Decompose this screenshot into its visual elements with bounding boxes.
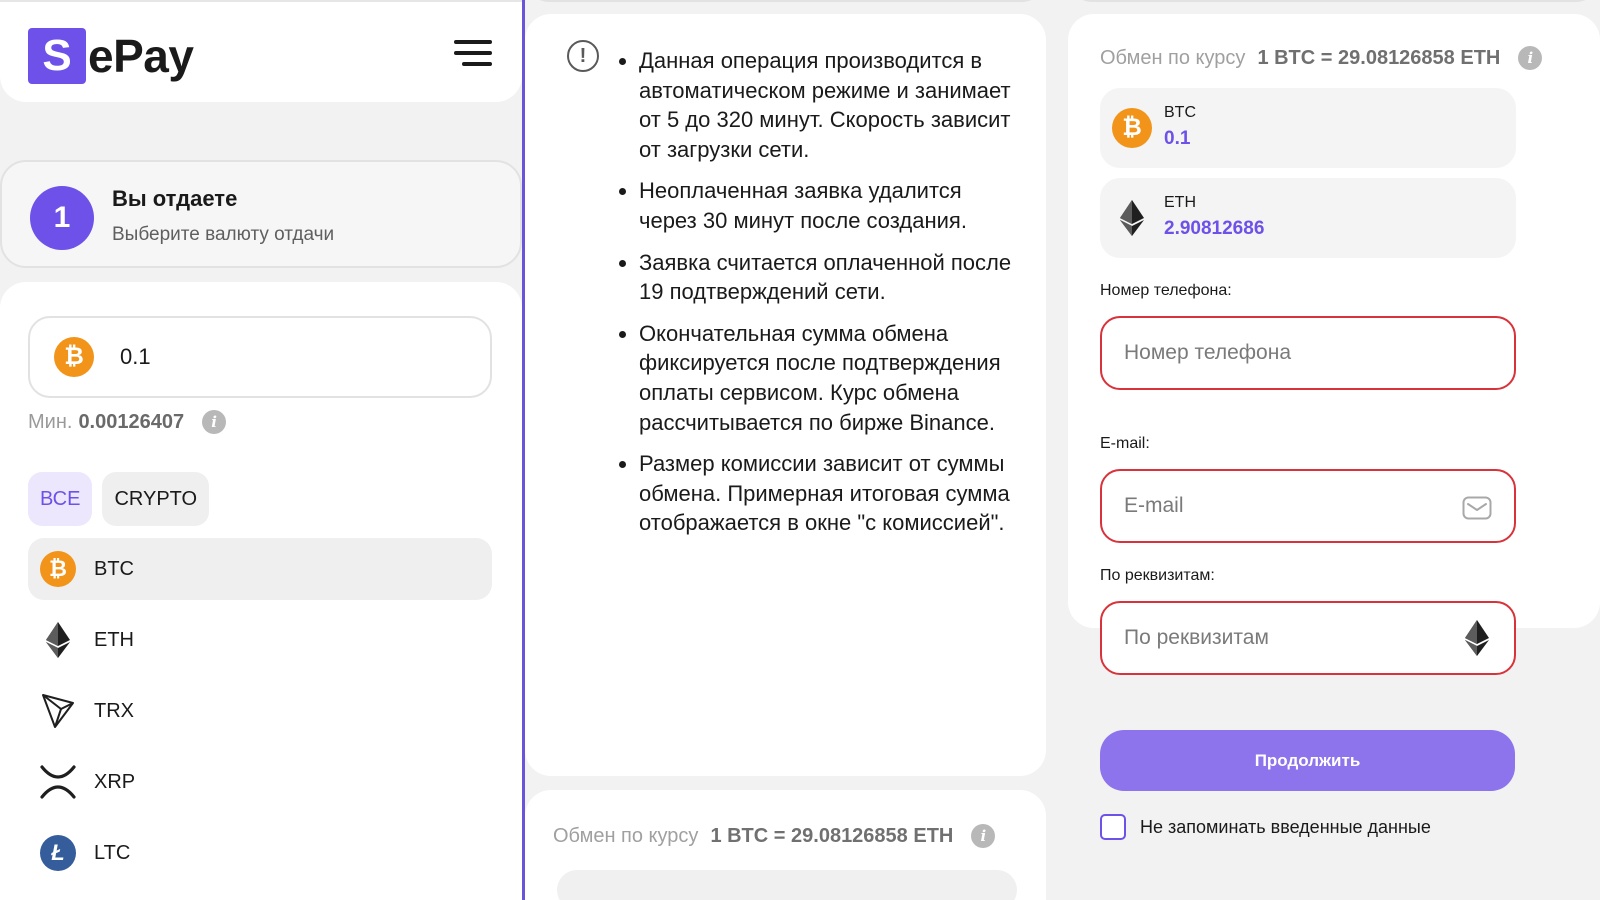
bitcoin-icon: ₿: [54, 337, 94, 377]
ethereum-icon: [40, 622, 76, 658]
pair-to-amount: 2.90812686: [1164, 218, 1265, 239]
logo-mark: S: [28, 28, 86, 84]
notes-card: ! Данная операция производится в автомат…: [525, 14, 1046, 776]
coin-item-eth[interactable]: ETH: [28, 609, 492, 671]
pair-to-code: ETH: [1164, 194, 1196, 211]
top-card-edge: [525, 0, 1046, 2]
litecoin-icon: Ł: [40, 835, 76, 871]
coin-label: BTC: [94, 557, 134, 580]
min-amount: Мин. 0.00126407 i: [28, 410, 227, 434]
currency-filter: ВСЕ CRYPTO: [28, 472, 210, 526]
logo-text: ePay: [88, 30, 194, 82]
note-item: Данная операция производится в автоматич…: [619, 46, 1019, 164]
pair-from-code: BTC: [1164, 104, 1196, 121]
exchange-rate: Обмен по курсу 1 BTC = 29.08126858 ETH i: [553, 824, 996, 848]
remember-checkbox[interactable]: [1100, 814, 1126, 840]
exchange-rate: Обмен по курсу 1 BTC = 29.08126858 ETH i: [1100, 46, 1543, 70]
email-field-wrap: [1100, 469, 1516, 543]
coin-label: XRP: [94, 770, 136, 793]
coin-item-ltc[interactable]: Ł LTC: [28, 822, 492, 884]
ethereum-icon: [1462, 620, 1492, 656]
pair-from-amount: 0.1: [1164, 128, 1191, 149]
min-label: Мин.: [28, 410, 73, 433]
tron-icon: [40, 693, 76, 729]
step-subtitle: Выберите валюту отдачи: [112, 224, 335, 245]
note-item: Заявка считается оплаченной после 19 под…: [619, 248, 1019, 307]
remember-checkbox-row[interactable]: Не запоминать введенные данные: [1100, 814, 1431, 840]
header: S ePay: [0, 0, 522, 102]
give-card: ₿ 0.1 Мин. 0.00126407 i ВСЕ CRYPTO ₿ BTC: [0, 282, 522, 900]
phone-field-wrap: [1100, 316, 1516, 390]
exchange-form-card: Обмен по курсу 1 BTC = 29.08126858 ETH i…: [1068, 14, 1600, 675]
coin-label: TRX: [94, 699, 134, 722]
min-value: 0.00126407: [78, 410, 185, 433]
ripple-icon: [40, 764, 76, 800]
step-number: 1: [30, 186, 94, 250]
remember-label: Не запоминать введенные данные: [1140, 816, 1431, 837]
coin-item-trx[interactable]: TRX: [28, 680, 492, 742]
step-title: Вы отдаете: [112, 186, 238, 211]
info-icon[interactable]: i: [202, 410, 227, 434]
bitcoin-icon: ₿: [1112, 108, 1152, 148]
filter-all[interactable]: ВСЕ: [28, 472, 93, 526]
pair-to: ETH 2.90812686: [1100, 178, 1516, 258]
ethereum-icon: [1112, 198, 1152, 238]
rate-label: Обмен по курсу: [553, 824, 699, 847]
notes-list: Данная операция производится в автоматич…: [619, 46, 1019, 550]
info-column: ! Данная операция производится в автомат…: [522, 0, 1046, 900]
give-amount-value: 0.1: [120, 344, 151, 369]
rate-value: 1 BTC = 29.08126858 ETH: [1257, 46, 1501, 69]
continue-button[interactable]: Продолжить: [1100, 730, 1515, 791]
coin-list: ₿ BTC ETH TRX XRP Ł LTC: [28, 538, 492, 893]
rate-value: 1 BTC = 29.08126858 ETH: [710, 824, 954, 847]
give-column: S ePay 1 Вы отдаете Выберите валюту отда…: [0, 0, 522, 900]
requisites-field-wrap: [1100, 601, 1516, 675]
card-edge: [557, 870, 1017, 900]
info-icon[interactable]: i: [1518, 46, 1543, 70]
info-icon[interactable]: i: [971, 824, 996, 848]
requisites-label: По реквизитам:: [1100, 567, 1215, 584]
requisites-input[interactable]: [1102, 603, 1514, 673]
phone-input[interactable]: [1102, 318, 1514, 388]
email-input[interactable]: [1102, 471, 1514, 541]
coin-label: ETH: [94, 628, 134, 651]
logo[interactable]: S ePay: [28, 28, 194, 84]
note-item: Неоплаченная заявка удалится через 30 ми…: [619, 176, 1019, 235]
note-item: Окончательная сумма обмена фиксируется п…: [619, 319, 1019, 437]
menu-icon[interactable]: [454, 40, 492, 68]
step-card: 1 Вы отдаете Выберите валюту отдачи: [0, 160, 522, 268]
note-item: Размер комиссии зависит от суммы обмена.…: [619, 449, 1019, 538]
coin-item-btc[interactable]: ₿ BTC: [28, 538, 492, 600]
top-card-edge: [1068, 0, 1600, 2]
exclamation-icon: !: [567, 40, 599, 72]
envelope-icon: [1462, 493, 1492, 523]
coin-label: LTC: [94, 841, 131, 864]
rate-card: Обмен по курсу 1 BTC = 29.08126858 ETH i: [525, 790, 1046, 900]
bitcoin-icon: ₿: [40, 551, 76, 587]
give-amount-input[interactable]: ₿ 0.1: [28, 316, 492, 398]
pair-from: ₿ BTC 0.1: [1100, 88, 1516, 168]
rate-label: Обмен по курсу: [1100, 46, 1246, 69]
coin-item-xrp[interactable]: XRP: [28, 751, 492, 813]
phone-label: Номер телефона:: [1100, 282, 1232, 299]
filter-crypto[interactable]: CRYPTO: [102, 472, 210, 526]
email-label: E-mail:: [1100, 435, 1150, 452]
